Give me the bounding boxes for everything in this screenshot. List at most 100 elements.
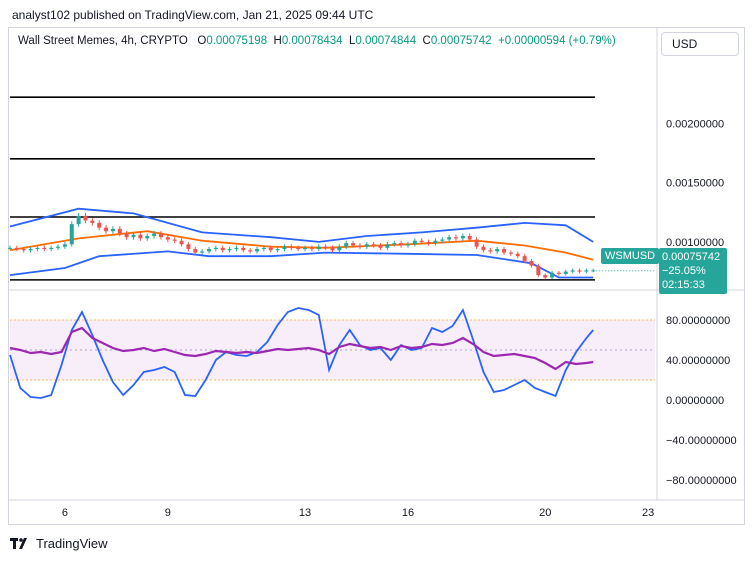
candle-body — [303, 247, 308, 250]
candle-body — [371, 244, 376, 246]
high-value: 0.00078434 — [281, 35, 343, 47]
symbol-title: Wall Street Memes, 4h, CRYPTO — [18, 35, 188, 47]
time-tick-label: 9 — [165, 507, 171, 519]
tradingview-logo-icon — [10, 537, 27, 549]
time-tick-label: 13 — [299, 507, 311, 519]
candle-body — [529, 260, 534, 266]
bb-lower-line — [9, 250, 594, 279]
horizontal-levels — [10, 96, 595, 281]
candle-body — [152, 233, 157, 236]
candle-body — [213, 247, 218, 250]
ohlc-legend: Wall Street Memes, 4h, CRYPTO O0.0007519… — [18, 35, 616, 47]
candle-body — [309, 247, 314, 250]
candle-body — [255, 249, 260, 252]
candle-body — [172, 239, 177, 241]
candle-body — [241, 247, 246, 251]
candle-body — [385, 244, 390, 248]
candle-body — [62, 244, 67, 247]
candle-body — [296, 247, 301, 250]
open-label: O — [197, 35, 207, 47]
candle-body — [323, 246, 328, 248]
candle-body — [351, 243, 356, 246]
time-tick-label: 6 — [62, 507, 68, 519]
candle-body — [357, 245, 362, 247]
candle-body — [131, 234, 136, 238]
candle-body — [8, 247, 12, 249]
footer-brand[interactable]: TradingView — [10, 536, 108, 551]
candle-body — [440, 239, 445, 241]
candle-body — [399, 243, 404, 246]
candle-body — [392, 243, 397, 245]
candle-body — [275, 249, 280, 251]
brand-name: TradingView — [36, 536, 108, 551]
candle-body — [282, 246, 287, 250]
candles — [8, 212, 655, 280]
candle-body — [426, 241, 431, 244]
change-percent: −25.05% — [662, 265, 706, 277]
candle-body — [104, 227, 109, 232]
candle-body — [234, 247, 239, 250]
x-axis: 6 9 13 16 20 23 — [62, 507, 654, 519]
candle-body — [165, 237, 170, 240]
high-label: H — [273, 35, 282, 47]
candle-body — [515, 253, 520, 257]
candle-body — [49, 247, 54, 250]
bb-basis-line — [9, 230, 594, 261]
last-price-box: 0.00075742 −25.05% 02:15:33 — [659, 248, 727, 294]
candle-body — [316, 246, 321, 250]
price-tick-label: 0.00150000 — [666, 178, 724, 190]
candle-body — [110, 228, 115, 232]
candle-body — [200, 251, 205, 253]
candle-body — [90, 220, 95, 223]
time-tick-label: 23 — [642, 507, 654, 519]
candle-body — [83, 215, 88, 221]
time-tick-label: 16 — [402, 507, 414, 519]
currency-button[interactable]: USD — [661, 32, 739, 56]
candle-body — [330, 247, 335, 251]
candle-body — [563, 271, 568, 274]
low-value: 0.00074844 — [355, 35, 417, 47]
candle-body — [570, 270, 575, 272]
close-label: C — [422, 35, 431, 47]
candle-body — [454, 237, 459, 239]
candle-body — [460, 235, 465, 239]
candle-body — [474, 239, 479, 247]
time-tick-label: 20 — [539, 507, 551, 519]
candle-body — [289, 246, 294, 248]
candle-body — [69, 224, 74, 245]
oscillator-tick-label: 40.00000000 — [666, 355, 730, 367]
candle-body — [21, 249, 26, 251]
candle-body — [261, 247, 266, 250]
candle-body — [543, 275, 548, 278]
candle-body — [28, 249, 33, 251]
candle-body — [481, 246, 486, 251]
candle-body — [378, 245, 383, 248]
candle-body — [186, 244, 191, 250]
open-value: 0.00075198 — [206, 35, 268, 47]
chart-canvas: 0.002000000.001500000.0010000080.0000000… — [8, 27, 745, 519]
candle-body — [220, 247, 225, 251]
candle-body — [536, 265, 541, 276]
candle-body — [522, 256, 527, 261]
change-value: +0.00000594 (+0.79%) — [498, 35, 616, 47]
candle-body — [419, 240, 424, 242]
candle-body — [337, 246, 342, 251]
candle-body — [433, 240, 438, 244]
candle-body — [206, 249, 211, 252]
last-price: 0.00075742 — [662, 251, 721, 263]
candle-body — [14, 247, 19, 250]
candle-body — [248, 250, 253, 252]
bar-countdown: 02:15:33 — [662, 279, 705, 291]
candle-body — [158, 233, 163, 238]
candle-body — [577, 270, 582, 272]
candle-body — [584, 270, 589, 272]
candle-body — [447, 237, 452, 240]
y-axis: 0.002000000.001500000.0010000080.0000000… — [666, 118, 737, 487]
oscillator-tick-label: −80.00000000 — [666, 475, 737, 487]
candle-body — [35, 247, 40, 250]
candle-body — [467, 235, 472, 240]
candle-body — [502, 249, 507, 253]
rsi-band — [10, 319, 655, 381]
candle-body — [364, 244, 369, 247]
candle-body — [117, 228, 122, 234]
